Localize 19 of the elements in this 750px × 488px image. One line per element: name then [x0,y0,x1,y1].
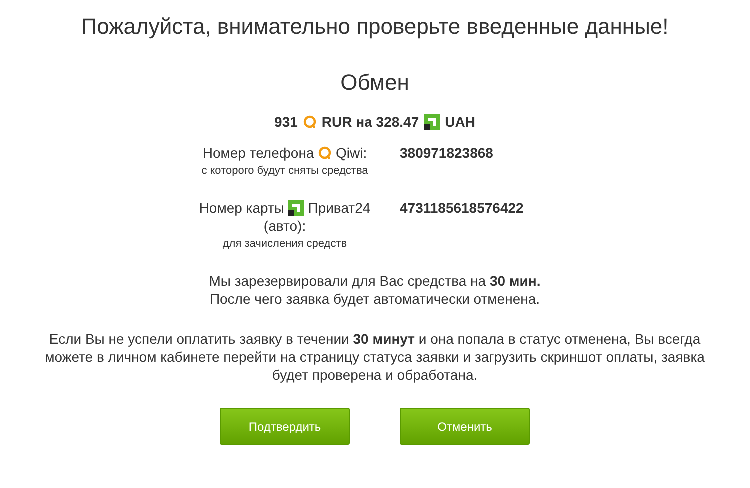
confirm-button[interactable]: Подтвердить [220,408,350,445]
reserve-note: Мы зарезервировали для Вас средства на 30 мин. После чего заявка будет автоматически отменена. [209,272,541,308]
qiwi-icon [318,146,332,160]
cancel-button[interactable]: Отменить [400,408,530,445]
give-amount: 931 [274,114,298,130]
field-value: 4731185618576422 [400,199,525,217]
section-title: Обмен [340,70,410,96]
info-note: Если Вы не успели оплатить заявку в течении 30 минут и она попала в статус отменена, Вы всегда можете в личном кабинете перейти на страницу статуса заявки и загрузить скриншот оплаты, заявка будет проверена и обработана. [44,330,706,384]
privat-icon [424,114,440,130]
field-label: Номер карты Приват24 (авто): [198,199,372,235]
give-currency: RUR на 328.47 [322,114,420,130]
field-label: Номер телефона Qiwi: [202,144,368,162]
privat-icon [288,200,304,216]
field-hint: для зачисления средств [222,238,348,250]
page-heading: Пожалуйста, внимательно проверьте введенные данные! [81,14,669,40]
field-hint: с которого будут сняты средства [202,165,368,177]
get-currency: UAH [445,114,476,130]
qiwi-icon [302,115,317,129]
field-value: 380971823868 [400,144,494,162]
